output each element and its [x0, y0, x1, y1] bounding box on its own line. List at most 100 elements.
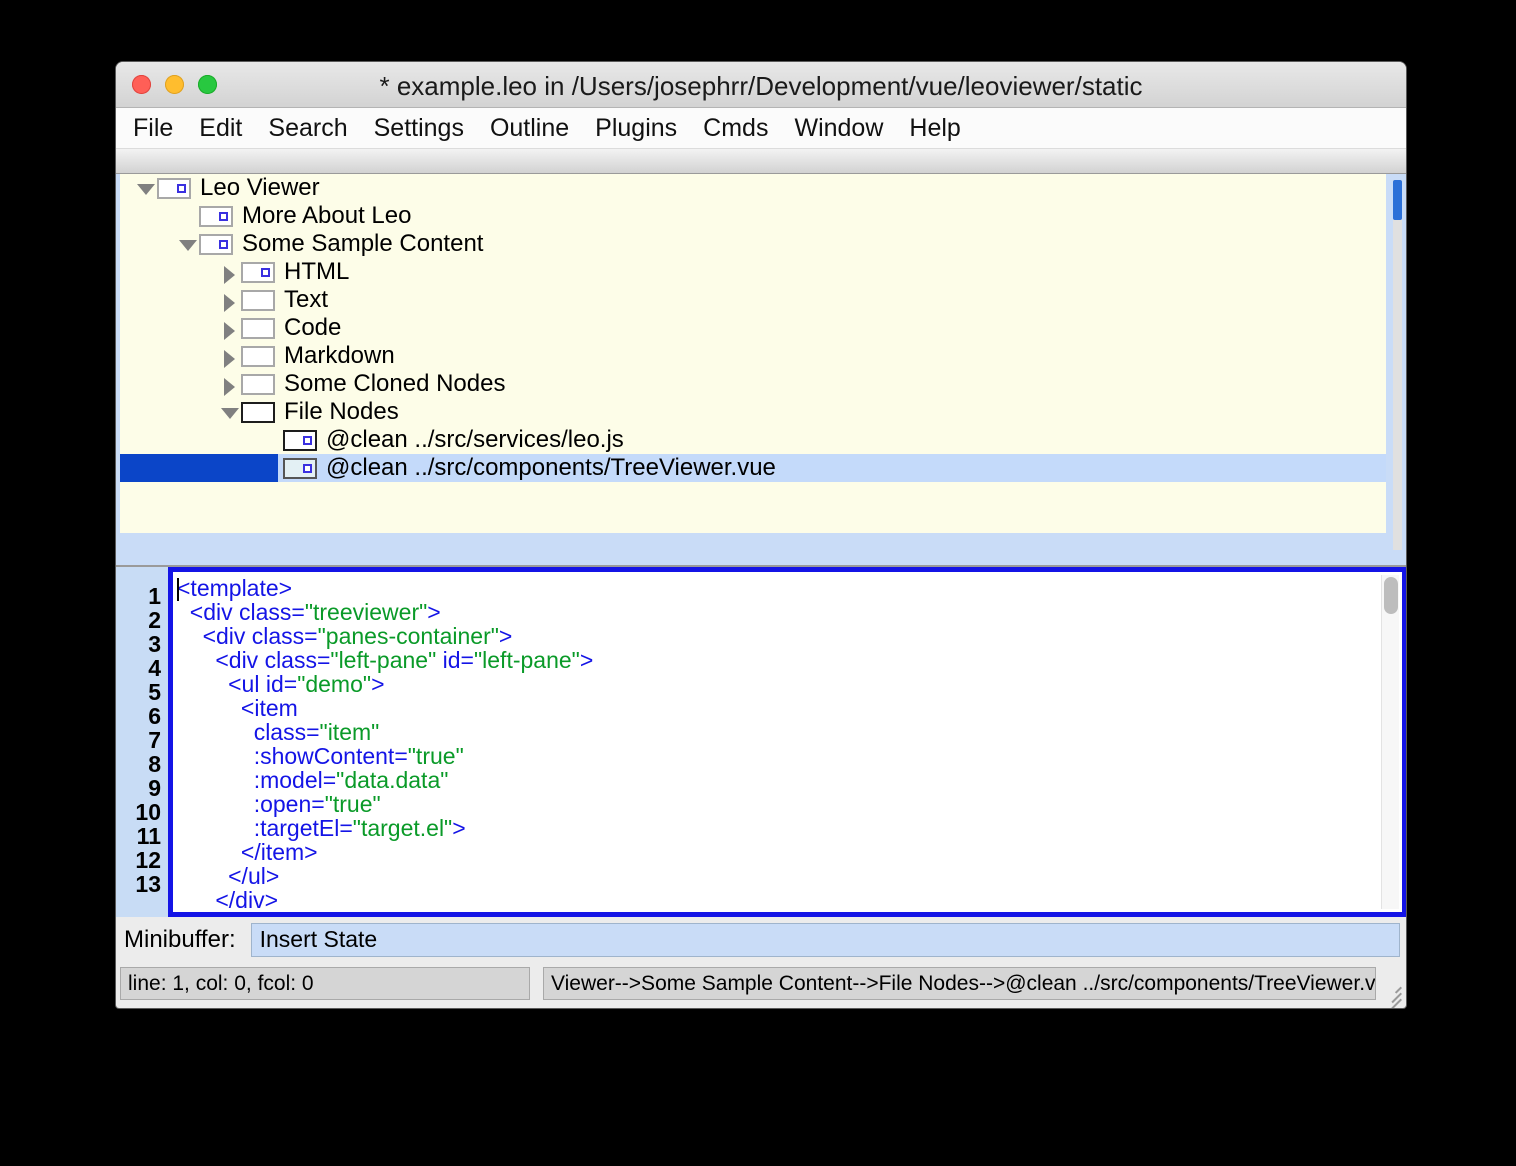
text-caret	[177, 578, 179, 601]
tree-node-label: Markdown	[284, 342, 395, 369]
line-number: 9	[148, 775, 161, 801]
window-title: * example.leo in /Users/josephrr/Develop…	[379, 71, 1143, 101]
code-string-token: "item"	[319, 719, 380, 745]
outline-tree[interactable]: Leo Viewer More About Leo Some Sample Cont…	[120, 174, 1386, 533]
tree-row[interactable]: File Nodes	[120, 398, 1386, 426]
code-string-token: "left-pane"	[330, 647, 437, 673]
code-line: <template>	[177, 576, 1402, 600]
chevron-right-icon[interactable]	[219, 342, 241, 370]
minibuffer-row: Minibuffer: Insert State	[116, 917, 1406, 962]
leo-editor-window: * example.leo in /Users/josephrr/Develop…	[116, 62, 1406, 1008]
tree-row[interactable]: Leo Viewer	[120, 174, 1386, 202]
outline-scrollbar[interactable]	[1393, 180, 1402, 550]
code-line: </item>	[177, 840, 1402, 864]
line-number: 10	[135, 799, 161, 825]
tree-node-label: File Nodes	[284, 398, 399, 425]
code-token: <div class=	[215, 647, 331, 673]
code-string-token: "demo"	[297, 671, 372, 697]
menu-help[interactable]: Help	[909, 115, 960, 141]
editor-scrollbar[interactable]	[1381, 575, 1399, 909]
menu-settings[interactable]: Settings	[374, 115, 464, 141]
tree-row[interactable]: HTML	[120, 258, 1386, 286]
selection-indicator-bar	[120, 454, 278, 482]
chevron-right-icon[interactable]	[219, 258, 241, 286]
code-line: <div class="panes-container">	[177, 624, 1402, 648]
tree-row[interactable]: Some Cloned Nodes	[120, 370, 1386, 398]
expander-spacer	[261, 454, 283, 482]
tree-node-label: Text	[284, 286, 329, 313]
chevron-down-icon[interactable]	[135, 174, 157, 202]
node-status-icon[interactable]	[157, 177, 191, 199]
code-token: >	[371, 671, 385, 697]
minibuffer-input[interactable]: Insert State	[250, 922, 1400, 957]
code-string-token: "target.el"	[352, 815, 453, 841]
chevron-right-icon[interactable]	[219, 286, 241, 314]
tree-node-label: More About Leo	[242, 202, 412, 229]
code-token: <div class=	[202, 623, 318, 649]
tree-row[interactable]: Code	[120, 314, 1386, 342]
menu-plugins[interactable]: Plugins	[595, 115, 677, 141]
editor-scrollbar-thumb[interactable]	[1384, 577, 1398, 614]
chevron-down-icon[interactable]	[219, 398, 241, 426]
outline-scrollbar-thumb[interactable]	[1393, 180, 1402, 220]
node-status-icon[interactable]	[199, 233, 233, 255]
code-string-token: "data.data"	[336, 767, 449, 793]
resize-grip-icon[interactable]	[1380, 980, 1402, 1008]
node-status-icon[interactable]	[241, 317, 275, 339]
code-token: <template>	[177, 575, 293, 601]
tree-node-label: Leo Viewer	[200, 174, 320, 201]
code-line: <div class="left-pane" id="left-pane">	[177, 648, 1402, 672]
expander-spacer	[261, 426, 283, 454]
code-token: </ul>	[228, 863, 280, 889]
line-number: 4	[148, 655, 161, 681]
code-line: <item	[177, 696, 1402, 720]
code-token: class=	[253, 719, 320, 745]
code-string-token: "true"	[324, 791, 381, 817]
chevron-right-icon[interactable]	[219, 314, 241, 342]
code-line: :showContent="true"	[177, 744, 1402, 768]
node-status-icon[interactable]	[283, 429, 317, 451]
code-string-token: "treeviewer"	[304, 599, 428, 625]
pane-splitter[interactable]	[116, 541, 1406, 567]
menu-search[interactable]: Search	[268, 115, 347, 141]
code-line: :open="true"	[177, 792, 1402, 816]
node-status-icon[interactable]	[241, 261, 275, 283]
menu-window[interactable]: Window	[794, 115, 883, 141]
menu-cmds[interactable]: Cmds	[703, 115, 768, 141]
menu-edit[interactable]: Edit	[199, 115, 242, 141]
code-token: :open=	[253, 791, 325, 817]
line-number: 13	[135, 871, 161, 897]
node-status-icon[interactable]	[241, 373, 275, 395]
node-status-icon[interactable]	[241, 289, 275, 311]
status-node-path: Viewer-->Some Sample Content-->File Node…	[543, 967, 1376, 1000]
code-text[interactable]: <template> <div class="treeviewer"> <div…	[177, 576, 1402, 912]
tree-node-label: Code	[284, 314, 342, 341]
code-token: </item>	[240, 839, 318, 865]
outline-pane-container: Leo Viewer More About Leo Some Sample Cont…	[116, 174, 1406, 550]
chevron-right-icon[interactable]	[219, 370, 241, 398]
code-line: class="item"	[177, 720, 1402, 744]
node-status-icon[interactable]	[199, 205, 233, 227]
title-bar: * example.leo in /Users/josephrr/Develop…	[116, 62, 1406, 108]
code-token: >	[498, 623, 513, 649]
minibuffer-label: Minibuffer:	[124, 925, 236, 953]
tree-row[interactable]: More About Leo	[120, 202, 1386, 230]
tree-row[interactable]: Markdown	[120, 342, 1386, 370]
menu-file[interactable]: File	[133, 115, 173, 141]
code-token: </div>	[215, 887, 278, 913]
code-token: >	[427, 599, 441, 625]
node-status-icon[interactable]	[241, 345, 275, 367]
tree-row[interactable]: @clean ../src/services/leo.js	[120, 426, 1386, 454]
menu-outline[interactable]: Outline	[490, 115, 569, 141]
code-editor[interactable]: <template> <div class="treeviewer"> <div…	[168, 567, 1406, 917]
line-number: 7	[148, 727, 161, 753]
node-status-icon[interactable]	[283, 457, 317, 479]
tree-row[interactable]: Some Sample Content	[120, 230, 1386, 258]
code-line: <ul id="demo">	[177, 672, 1402, 696]
tree-row-selected[interactable]: @clean ../src/components/TreeViewer.vue	[120, 454, 1386, 482]
node-status-icon[interactable]	[241, 401, 275, 423]
chevron-down-icon[interactable]	[177, 230, 199, 258]
expander-spacer	[177, 202, 199, 230]
menu-bar: File Edit Search Settings Outline Plugins Cmds…	[116, 108, 1406, 149]
tree-row[interactable]: Text	[120, 286, 1386, 314]
